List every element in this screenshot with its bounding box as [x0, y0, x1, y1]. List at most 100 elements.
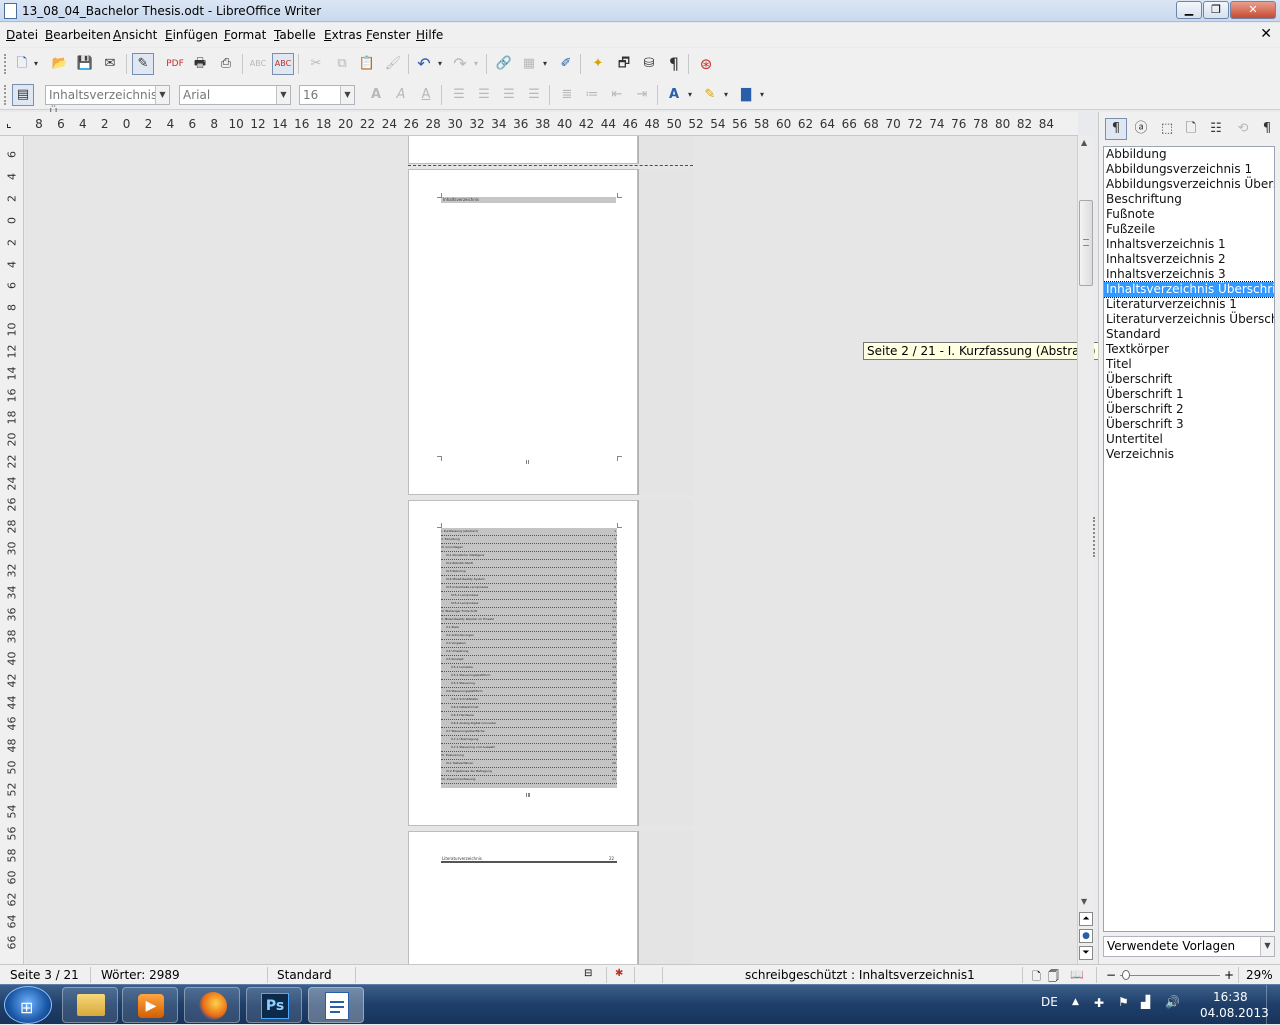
- zoom-slider[interactable]: [1120, 975, 1220, 976]
- toc-entry[interactable]: V. Mixed-Reality Roboter im Einsatz 11: [441, 616, 617, 624]
- toc-entry[interactable]: V.1 Ziele 11: [441, 624, 617, 632]
- style-list-item[interactable]: Inhaltsverzeichnis 1: [1104, 237, 1274, 252]
- new-document-icon[interactable]: 🗋: [12, 54, 32, 74]
- undo-dropdown-icon[interactable]: ▾: [434, 54, 446, 74]
- underline-icon[interactable]: A: [416, 85, 436, 105]
- save-icon[interactable]: 💾: [75, 54, 95, 74]
- zoom-in-icon[interactable]: +: [1224, 968, 1234, 982]
- menu-format[interactable]: Format: [224, 28, 266, 42]
- start-button[interactable]: ⊞: [4, 986, 52, 1024]
- toc-entry[interactable]: III.5.1 Lernprozess 9: [441, 592, 617, 600]
- scroll-down-icon[interactable]: ▼: [1081, 897, 1087, 906]
- toc-entry[interactable]: V.7 Steuerungsoberfläche 18: [441, 728, 617, 736]
- menu-hilfe[interactable]: Hilfe: [416, 28, 443, 42]
- style-list-item[interactable]: Fußnote: [1104, 207, 1274, 222]
- clock-time[interactable]: 16:38: [1213, 990, 1248, 1004]
- toc-entry[interactable]: V.7.2 Steuerung und Auswahl 19: [441, 744, 617, 752]
- table-icon[interactable]: ▦: [519, 54, 539, 74]
- toc-entry[interactable]: V.5.1 Lernziele 14: [441, 664, 617, 672]
- toc-entry[interactable]: III.5.2 Lernprozess 9: [441, 600, 617, 608]
- style-list-item[interactable]: Überschrift: [1104, 372, 1274, 387]
- toc-entry[interactable]: I. Kurzfassung (Abstract) 1: [441, 528, 617, 536]
- toc-entry[interactable]: V.3 Vorgaben 12: [441, 640, 617, 648]
- font-color-dropdown-icon[interactable]: ▾: [684, 85, 696, 105]
- style-list-item[interactable]: Textkörper: [1104, 342, 1274, 357]
- print-icon[interactable]: 🖶: [190, 54, 210, 74]
- toc-entry[interactable]: V.2 Anforderungen 12: [441, 632, 617, 640]
- scroll-up-icon[interactable]: ▲: [1081, 138, 1087, 147]
- toc-entry[interactable]: IV. Bisheriger Fortschritt 10: [441, 608, 617, 616]
- undo-icon[interactable]: ↶: [414, 54, 434, 74]
- toc-entry[interactable]: III.3 RoboCup 7: [441, 568, 617, 576]
- horizontal-ruler[interactable]: ⌞ 8 6 4 2 0 2 4 6 8 10 12 14 16 18 20 22 24 26 28 30 32 34 36 3…: [0, 112, 1078, 136]
- toolbar-grip[interactable]: [4, 85, 8, 105]
- toc-block[interactable]: I. Kurzfassung (Abstract) 1 II. Einleitung…: [441, 528, 617, 788]
- page-4[interactable]: Literaturverzeichnis 22: [408, 831, 638, 964]
- zoom-level[interactable]: 29%: [1246, 968, 1273, 982]
- chevron-down-icon[interactable]: ▼: [276, 86, 290, 104]
- vertical-scrollbar[interactable]: ▲ ▼ ⏶ ● ⏷: [1077, 136, 1094, 964]
- navigation-icon[interactable]: ●: [1079, 929, 1093, 943]
- style-list-item[interactable]: Beschriftung: [1104, 192, 1274, 207]
- selection-mode-icon[interactable]: ⊟: [584, 968, 592, 979]
- toc-entry[interactable]: V.6.4 Analog Digital Converter 17: [441, 720, 617, 728]
- style-list-item[interactable]: Literaturverzeichnis 1: [1104, 297, 1274, 312]
- font-size-combo[interactable]: 16 ▼: [299, 85, 355, 105]
- style-list-item[interactable]: Abbildung: [1104, 147, 1274, 162]
- toc-entry[interactable]: V.5.2 Steuerungsplattform 14: [441, 672, 617, 680]
- menu-extras[interactable]: Extras: [324, 28, 362, 42]
- toc-entry[interactable]: V.4 Umsetzung 13: [441, 648, 617, 656]
- toolbar-grip[interactable]: [4, 54, 8, 74]
- style-list-item[interactable]: Inhaltsverzeichnis 2: [1104, 252, 1274, 267]
- style-list-item[interactable]: Abbildungsverzeichnis 1: [1104, 162, 1274, 177]
- taskbar-explorer[interactable]: [62, 987, 118, 1023]
- decrease-indent-icon[interactable]: ⇤: [607, 85, 627, 105]
- bold-icon[interactable]: A: [366, 85, 386, 105]
- frame-styles-icon[interactable]: ⬚: [1157, 119, 1177, 139]
- style-list-item[interactable]: Literaturverzeichnis Überschrift: [1104, 312, 1274, 327]
- bullets-icon[interactable]: ≔: [582, 85, 602, 105]
- vertical-ruler[interactable]: 6 4 2 0 2 4 6 8 10 12 14 16 18 20 22 24 26 28 30 32 34 36 38 40…: [0, 136, 24, 964]
- background-dropdown-icon[interactable]: ▾: [756, 85, 768, 105]
- page-style[interactable]: Standard: [277, 968, 332, 982]
- page-1-bottom[interactable]: [408, 136, 638, 164]
- style-list-item[interactable]: Fußzeile: [1104, 222, 1274, 237]
- book-view-icon[interactable]: 📖: [1070, 968, 1084, 981]
- style-list-item[interactable]: Inhaltsverzeichnis Überschrift: [1104, 281, 1274, 298]
- italic-icon[interactable]: A: [391, 85, 411, 105]
- redo-dropdown-icon[interactable]: ▾: [470, 54, 482, 74]
- new-dropdown-icon[interactable]: ▾: [30, 54, 42, 74]
- help-icon[interactable]: ⊛: [696, 54, 716, 74]
- export-pdf-icon[interactable]: PDF: [165, 54, 185, 74]
- toc-entry[interactable]: VI.1 Testverfahren 20: [441, 760, 617, 768]
- menu-bearbeiten[interactable]: Bearbeiten: [45, 28, 111, 42]
- network-security-icon[interactable]: ✚: [1094, 996, 1104, 1010]
- list-styles-icon[interactable]: ☷: [1206, 119, 1226, 139]
- volume-icon[interactable]: 🔊: [1165, 995, 1180, 1009]
- toc-entry[interactable]: VII. Zusammenfassung 21: [441, 776, 617, 784]
- action-center-icon[interactable]: ⚑: [1118, 995, 1129, 1009]
- document-area[interactable]: Inhaltsverzeichnis II I. Kurzfassung (Ab…: [25, 136, 1077, 964]
- email-icon[interactable]: ✉: [100, 54, 120, 74]
- toc-entry[interactable]: III.4 Mixed-Reality-System 8: [441, 576, 617, 584]
- style-list-item[interactable]: Titel: [1104, 357, 1274, 372]
- toc-entry[interactable]: V.6.1 Schnittstelle 16: [441, 696, 617, 704]
- toc-entry[interactable]: III.5 Industrielle Lernprozess 8: [441, 584, 617, 592]
- background-color-icon[interactable]: ▇: [736, 85, 756, 105]
- toc-entry[interactable]: III.2 Robotik-Stadt 7: [441, 560, 617, 568]
- copy-icon[interactable]: ⧉: [332, 54, 352, 74]
- cut-icon[interactable]: ✂: [306, 54, 326, 74]
- toc-entry[interactable]: V.5 Konzept 13: [441, 656, 617, 664]
- toc-entry[interactable]: V.6 Steuerungsplattform 15: [441, 688, 617, 696]
- formatting-marks-icon[interactable]: ¶: [664, 54, 684, 74]
- align-right-icon[interactable]: ☰: [499, 85, 519, 105]
- edit-mode-icon[interactable]: ✎: [132, 53, 154, 75]
- taskbar-firefox[interactable]: [184, 987, 240, 1023]
- toc-entry[interactable]: V.5.3 Steuerung 15: [441, 680, 617, 688]
- scroll-thumb[interactable]: [1079, 200, 1093, 286]
- language-indicator[interactable]: DE: [1041, 995, 1058, 1009]
- show-draw-functions-icon[interactable]: ✐: [556, 54, 576, 74]
- character-styles-icon[interactable]: ⓐ: [1131, 119, 1151, 139]
- maximize-button[interactable]: ❐: [1203, 1, 1229, 19]
- page-2[interactable]: Inhaltsverzeichnis II: [408, 169, 638, 495]
